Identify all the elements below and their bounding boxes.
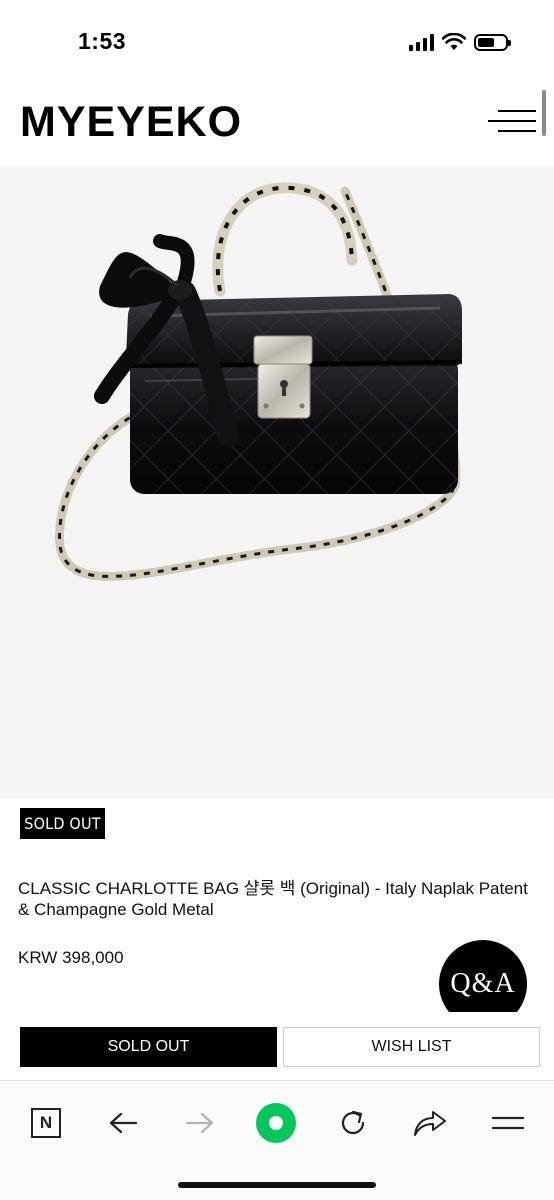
cellular-signal-icon <box>409 33 434 51</box>
green-home-icon[interactable] <box>254 1101 298 1145</box>
status-bar: 1:53 <box>0 0 554 84</box>
naver-n-icon[interactable]: N <box>24 1101 68 1145</box>
site-header: MYEYEKO <box>0 84 554 166</box>
wish-list-button[interactable]: WISH LIST <box>283 1027 540 1067</box>
product-image[interactable] <box>0 166 554 799</box>
qa-label: Q&A <box>450 968 516 999</box>
scroll-indicator <box>542 90 546 136</box>
sold-out-badge: SOLD OUT <box>20 808 105 839</box>
n-icon-label: N <box>31 1108 61 1138</box>
hamburger-menu-icon[interactable] <box>486 106 536 136</box>
product-price: KRW 398,000 <box>18 948 124 967</box>
home-indicator <box>178 1182 376 1188</box>
product-title: CLASSIC CHARLOTTE BAG 샬롯 백 (Original) - … <box>18 879 528 919</box>
qa-button-clip <box>430 1012 540 1028</box>
sold-out-button[interactable]: SOLD OUT <box>20 1027 277 1067</box>
forward-arrow-icon[interactable] <box>178 1101 222 1145</box>
share-icon[interactable] <box>408 1101 452 1145</box>
wifi-icon <box>442 33 466 50</box>
battery-icon <box>474 33 511 51</box>
bag-illustration <box>55 182 463 581</box>
status-icons <box>409 30 511 54</box>
menu-icon[interactable] <box>486 1101 530 1145</box>
site-logo[interactable]: MYEYEKO <box>20 98 242 147</box>
refresh-icon[interactable] <box>331 1101 375 1145</box>
status-time: 1:53 <box>78 28 127 54</box>
back-arrow-icon[interactable] <box>101 1101 145 1145</box>
